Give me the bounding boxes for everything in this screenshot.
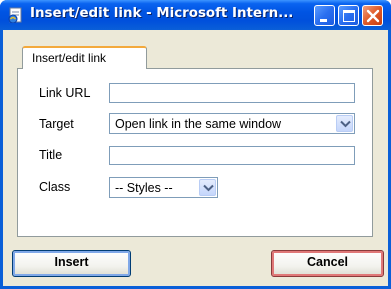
minimize-icon [320,19,327,22]
close-icon [366,9,380,23]
title-label: Title [39,148,63,162]
class-select[interactable]: -- Styles -- [109,177,218,198]
link-url-label: Link URL [39,86,91,100]
insert-button[interactable]: Insert [12,250,131,277]
close-button[interactable] [362,5,383,26]
class-select-value: -- Styles -- [115,181,173,195]
chevron-down-icon [340,120,351,128]
window-title: Insert/edit link - Microsoft Intern... [30,6,294,21]
title-bar[interactable]: Insert/edit link - Microsoft Intern... [0,0,391,30]
target-select[interactable]: Open link in the same window [109,113,355,134]
maximize-button[interactable] [338,5,359,26]
minimize-button[interactable] [314,5,335,26]
maximize-icon [343,10,355,22]
tab-insert-edit-link[interactable]: Insert/edit link [22,46,147,69]
target-dropdown-button[interactable] [336,115,353,132]
title-input[interactable] [109,146,355,165]
class-dropdown-button[interactable] [199,179,216,196]
target-select-value: Open link in the same window [115,117,282,131]
link-url-input[interactable] [109,83,355,103]
chevron-down-icon [203,184,214,192]
dialog-window: Insert/edit link - Microsoft Intern... I… [0,0,391,289]
ie-page-icon [8,7,24,24]
target-label: Target [39,117,74,131]
cancel-button[interactable]: Cancel [271,250,384,277]
class-label: Class [39,180,71,194]
